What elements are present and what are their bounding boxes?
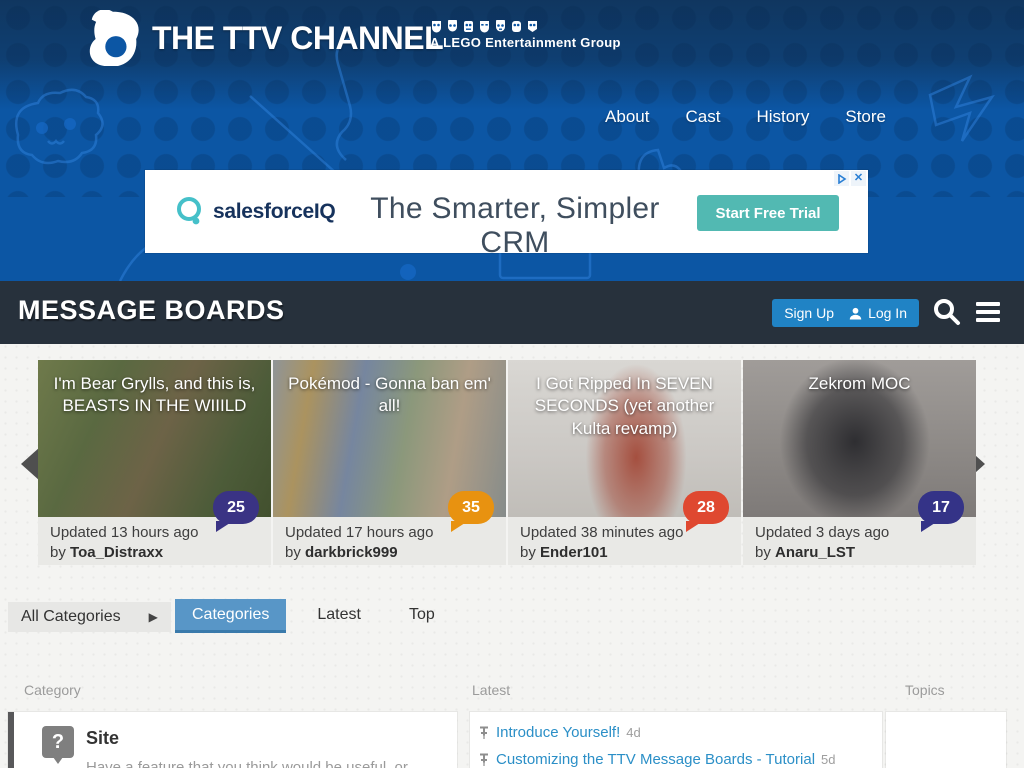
category-filter-label: All Categories xyxy=(21,608,121,625)
bionicle-mask-icon xyxy=(512,21,521,32)
bionicle-mask-icon xyxy=(496,20,505,32)
card-author-line: by Toa_Distraxx xyxy=(50,544,164,562)
nav-link-about[interactable]: About xyxy=(605,107,649,127)
bionicle-mask-icon xyxy=(528,21,537,32)
bionicle-mask-icon xyxy=(432,21,441,33)
category-name[interactable]: Site xyxy=(86,728,119,749)
tab-top[interactable]: Top xyxy=(392,599,452,630)
card-author[interactable]: Ender101 xyxy=(540,544,608,561)
view-tabs: Categories Latest Top xyxy=(175,599,466,633)
card-title[interactable]: Zekrom MOC xyxy=(743,360,976,395)
category-description: Have a feature that you think would be u… xyxy=(86,759,408,768)
nav-link-history[interactable]: History xyxy=(756,107,809,127)
bionicle-mask-icon xyxy=(464,21,473,32)
ad-close-icon[interactable]: ✕ xyxy=(851,171,866,186)
site-title[interactable]: THE TTV CHANNEL xyxy=(152,20,444,57)
board-bar: MESSAGE BOARDS Sign Up Log In xyxy=(0,281,1024,344)
topic-link[interactable]: Introduce Yourself! xyxy=(496,724,620,741)
ad-brand-name: salesforceIQ xyxy=(213,200,336,223)
card-info: Updated 38 minutes ago by Ender101 xyxy=(508,517,741,565)
featured-card[interactable]: Pokémod - Gonna ban em' all! 35 Updated … xyxy=(273,360,506,565)
topic-age: 5d xyxy=(821,752,836,767)
card-author[interactable]: Anaru_LST xyxy=(775,544,855,561)
question-mark-icon: ? xyxy=(42,726,74,764)
featured-card[interactable]: I'm Bear Grylls, and this is, BEASTS IN … xyxy=(38,360,271,565)
tab-latest[interactable]: Latest xyxy=(300,599,378,630)
reply-count-badge[interactable]: 35 xyxy=(448,491,494,524)
latest-cell: Introduce Yourself! 4d Customizing the T… xyxy=(470,712,882,768)
column-header-topics: Topics xyxy=(905,682,945,698)
card-info: Updated 17 hours ago by darkbrick999 xyxy=(273,517,506,565)
topic-age: 4d xyxy=(626,725,641,740)
lego-brand-group: A LEGO Entertainment Group xyxy=(430,20,621,50)
reply-count-badge[interactable]: 25 xyxy=(213,491,259,524)
ad-brand: salesforceIQ xyxy=(175,196,336,228)
card-updated: Updated 17 hours ago xyxy=(285,524,434,541)
card-title[interactable]: I Got Ripped In SEVEN SECONDS (yet anoth… xyxy=(508,360,741,440)
featured-card[interactable]: Zekrom MOC 17 Updated 3 days ago by Anar… xyxy=(743,360,976,565)
topic-link[interactable]: Customizing the TTV Message Boards - Tut… xyxy=(496,751,815,768)
tab-categories[interactable]: Categories xyxy=(175,599,287,633)
bionicle-mask-icon xyxy=(448,20,457,32)
log-in-label: Log In xyxy=(868,305,907,321)
card-updated: Updated 13 hours ago xyxy=(50,524,199,541)
pin-icon xyxy=(480,753,488,766)
site-header: THE TTV CHANNEL A LEGO Entertainment Gro… xyxy=(0,0,1024,281)
latest-topic-row: Introduce Yourself! 4d xyxy=(478,724,872,741)
nav-link-cast[interactable]: Cast xyxy=(685,107,720,127)
ad-headline: The Smarter, Simpler CRM xyxy=(370,192,660,259)
adchoices-icon[interactable] xyxy=(834,171,849,186)
card-updated: Updated 38 minutes ago xyxy=(520,524,684,541)
reply-count-badge[interactable]: 28 xyxy=(683,491,729,524)
category-cell-site[interactable]: ? Site Have a feature that you think wou… xyxy=(8,712,457,768)
menu-icon[interactable] xyxy=(976,302,1000,326)
mask-icon-row xyxy=(430,20,621,33)
ad-choices: ✕ xyxy=(834,171,866,186)
log-in-button[interactable]: Log In xyxy=(837,299,919,327)
card-author-line: by Anaru_LST xyxy=(755,544,856,562)
card-title[interactable]: I'm Bear Grylls, and this is, BEASTS IN … xyxy=(38,360,271,418)
card-title[interactable]: Pokémod - Gonna ban em' all! xyxy=(273,360,506,418)
card-author-line: by Ender101 xyxy=(520,544,608,562)
featured-carousel: I'm Bear Grylls, and this is, BEASTS IN … xyxy=(38,360,976,565)
pin-icon xyxy=(480,726,488,739)
ttv-rabbit-logo-icon[interactable] xyxy=(84,10,142,66)
card-author-line: by darkbrick999 xyxy=(285,544,398,562)
latest-topic-row: Customizing the TTV Message Boards - Tut… xyxy=(478,751,872,768)
ad-cta-button[interactable]: Start Free Trial xyxy=(697,195,839,231)
top-nav: About Cast History Store xyxy=(605,107,886,127)
ad-banner[interactable]: salesforceIQ The Smarter, Simpler CRM St… xyxy=(145,170,868,259)
featured-card[interactable]: I Got Ripped In SEVEN SECONDS (yet anoth… xyxy=(508,360,741,565)
sign-up-button[interactable]: Sign Up xyxy=(772,299,846,327)
nav-link-store[interactable]: Store xyxy=(845,107,886,127)
card-info: Updated 3 days ago by Anaru_LST xyxy=(743,517,976,565)
salesforceiq-q-icon xyxy=(177,197,201,225)
card-author[interactable]: Toa_Distraxx xyxy=(70,544,163,561)
caret-right-icon: ▶ xyxy=(148,610,158,624)
tagline: A LEGO Entertainment Group xyxy=(430,35,621,50)
sign-up-label: Sign Up xyxy=(784,305,834,321)
bionicle-mask-icon xyxy=(480,21,489,33)
page: THE TTV CHANNEL A LEGO Entertainment Gro… xyxy=(0,0,1024,768)
card-updated: Updated 3 days ago xyxy=(755,524,890,541)
topics-cell xyxy=(886,712,1006,768)
category-filter-dropdown[interactable]: All Categories ▶ xyxy=(8,602,171,632)
reply-count-badge[interactable]: 17 xyxy=(918,491,964,524)
column-header-category: Category xyxy=(24,682,81,698)
card-author[interactable]: darkbrick999 xyxy=(305,544,398,561)
column-header-latest: Latest xyxy=(472,682,511,698)
search-icon[interactable] xyxy=(932,297,962,327)
card-info: Updated 13 hours ago by Toa_Distraxx xyxy=(38,517,271,565)
user-icon xyxy=(849,307,862,320)
page-title: MESSAGE BOARDS xyxy=(18,295,285,325)
